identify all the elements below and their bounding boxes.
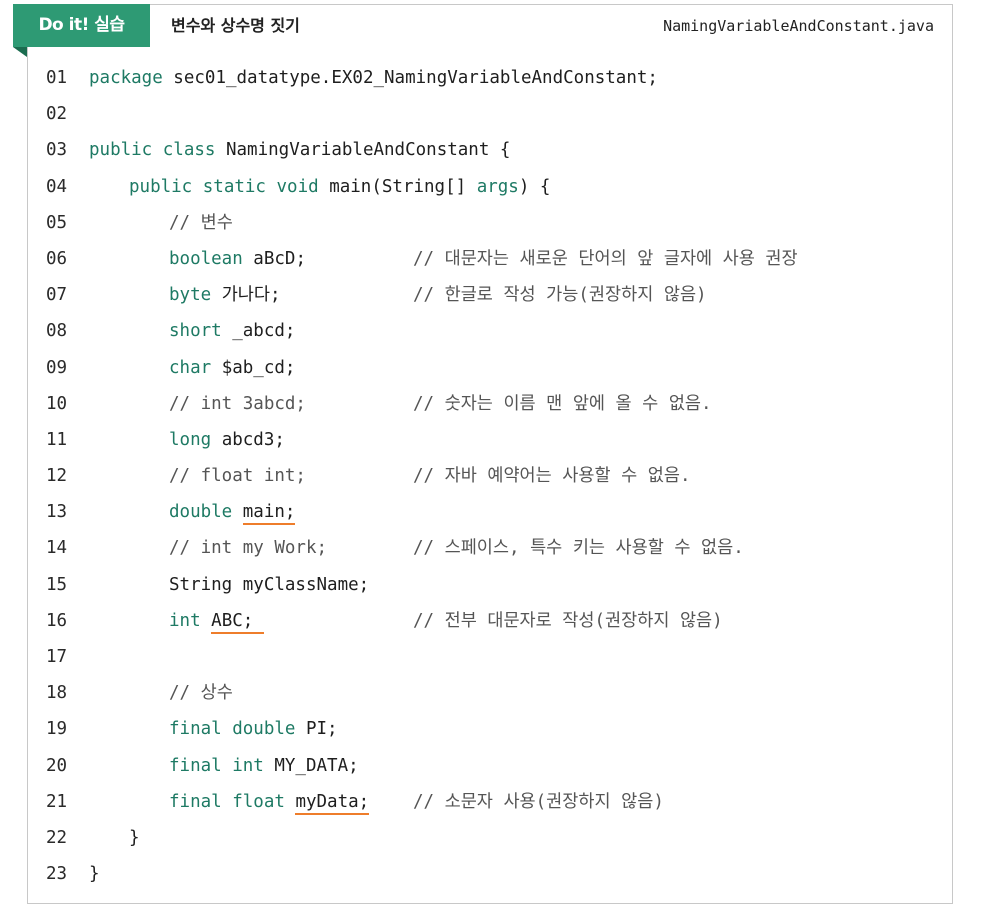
- inline-comment: // 숫자는 이름 맨 앞에 올 수 없음.: [413, 393, 712, 414]
- listing-title: 변수와 상수명 짓기: [171, 16, 300, 35]
- code-line: 03 public class NamingVariableAndConstant…: [46, 132, 946, 168]
- line-number: 13: [46, 502, 68, 523]
- code-token: ) {: [518, 176, 551, 197]
- code-line: 11 long abcd3;: [46, 422, 946, 458]
- code-line: 17: [46, 639, 946, 675]
- badge-fold-decoration: [13, 47, 27, 57]
- code-token: main(String[]: [318, 176, 477, 197]
- code-line: 04 public static void main(String[] args)…: [46, 169, 946, 205]
- code-keyword: long: [169, 429, 212, 450]
- code-line: 15 String myClassName;: [46, 567, 946, 603]
- line-number: 02: [46, 104, 68, 125]
- code-token: myData;: [295, 791, 370, 815]
- code-line: 20 final int MY_DATA;: [46, 748, 946, 784]
- code-token: }: [129, 827, 140, 848]
- code-line: 13 double main;: [46, 494, 946, 530]
- code-line: 09 char $ab_cd;: [46, 350, 946, 386]
- code-line: 23}: [46, 856, 946, 892]
- listing-filename: NamingVariableAndConstant.java: [663, 17, 934, 35]
- line-number: 20: [46, 755, 68, 776]
- code-token: main;: [242, 502, 296, 526]
- line-number: 10: [46, 393, 68, 414]
- code-token: 가나다;: [211, 285, 281, 306]
- line-number: 11: [46, 429, 68, 450]
- code-keyword: final float: [169, 791, 285, 812]
- code-token: sec01_datatype.EX02_NamingVariableAndCon…: [162, 68, 658, 88]
- line-number: 07: [46, 285, 68, 306]
- code-line: 01 package sec01_datatype.EX02_NamingVari…: [46, 60, 946, 96]
- inline-comment: // 대문자는 새로운 단어의 앞 글자에 사용 권장: [413, 248, 798, 269]
- code-comment: // int 3abcd;: [169, 393, 306, 414]
- code-keyword: int: [169, 610, 201, 631]
- code-line: 18 // 상수: [46, 675, 946, 711]
- code-line: 21 final float myData; // 소문자 사용(권장하지 않음): [46, 784, 946, 820]
- line-number: 14: [46, 538, 68, 559]
- code-token: }: [89, 864, 100, 885]
- line-number: 08: [46, 321, 68, 342]
- line-number: 03: [46, 140, 68, 161]
- code-token: NamingVariableAndConstant {: [215, 140, 511, 161]
- code-line: 19 final double PI;: [46, 711, 946, 747]
- code-token: aBcD;: [242, 248, 306, 269]
- line-number: 18: [46, 683, 68, 704]
- line-number: 01: [46, 68, 68, 88]
- line-number: 15: [46, 574, 68, 595]
- code-line: 10 // int 3abcd; // 숫자는 이름 맨 앞에 올 수 없음.: [46, 386, 946, 422]
- code-line: 06 boolean aBcD; // 대문자는 새로운 단어의 앞 글자에 사용 …: [46, 241, 946, 277]
- code-line: 14 // int my Work; // 스페이스, 특수 키는 사용할 수 없음…: [46, 530, 946, 566]
- inline-comment: // 스페이스, 특수 키는 사용할 수 없음.: [413, 538, 744, 559]
- code-line: 02: [46, 96, 946, 132]
- code-token: ABC;: [211, 610, 264, 634]
- code-line: 22}: [46, 820, 946, 856]
- code-listing: 01 package sec01_datatype.EX02_NamingVari…: [46, 60, 946, 892]
- line-number: 22: [46, 827, 68, 848]
- line-number: 12: [46, 466, 68, 487]
- code-keyword: final int: [169, 755, 264, 776]
- code-token: String myClassName;: [169, 574, 370, 595]
- code-line: 05 // 변수: [46, 205, 946, 241]
- code-keyword: boolean: [169, 248, 243, 269]
- code-token: $ab_cd;: [211, 357, 296, 378]
- code-line: 12 // float int; // 자바 예약어는 사용할 수 없음.: [46, 458, 946, 494]
- code-comment: // 상수: [169, 683, 233, 704]
- code-token: PI;: [295, 719, 338, 740]
- line-number: 06: [46, 248, 68, 269]
- code-token: abcd3;: [211, 429, 285, 450]
- line-number: 23: [46, 864, 68, 885]
- code-keyword: short: [169, 321, 222, 342]
- inline-comment: // 소문자 사용(권장하지 않음): [413, 791, 664, 812]
- code-comment: // 변수: [169, 212, 233, 233]
- code-token: MY_DATA;: [263, 755, 359, 776]
- code-keyword: char: [169, 357, 212, 378]
- inline-comment: // 한글로 작성 가능(권장하지 않음): [413, 285, 707, 306]
- code-line: 16 int ABC; // 전부 대문자로 작성(권장하지 않음): [46, 603, 946, 639]
- do-it-badge: Do it! 실습: [13, 4, 150, 47]
- inline-comment: // 전부 대문자로 작성(권장하지 않음): [413, 610, 723, 631]
- code-keyword: public static void: [129, 176, 319, 197]
- code-keyword: public class: [89, 140, 216, 161]
- listing-header: Do it! 실습 변수와 상수명 짓기 NamingVariableAndCo…: [13, 4, 953, 57]
- code-keyword: args: [476, 176, 519, 197]
- code-line: 07 byte 가나다; // 한글로 작성 가능(권장하지 않음): [46, 277, 946, 313]
- line-number: 16: [46, 610, 68, 631]
- code-keyword: double: [169, 502, 233, 523]
- code-line: 08 short _abcd;: [46, 313, 946, 349]
- line-number: 19: [46, 719, 68, 740]
- line-number: 05: [46, 212, 68, 233]
- code-token: _abcd;: [221, 321, 296, 342]
- code-keyword: package: [89, 68, 163, 88]
- line-number: 17: [46, 647, 68, 667]
- line-number: 21: [46, 791, 68, 812]
- line-number: 04: [46, 176, 68, 197]
- code-keyword: byte: [169, 285, 212, 306]
- code-keyword: final double: [169, 719, 296, 740]
- code-comment: // int my Work;: [169, 538, 328, 559]
- inline-comment: // 자바 예약어는 사용할 수 없음.: [413, 466, 691, 487]
- code-comment: // float int;: [169, 466, 306, 487]
- line-number: 09: [46, 357, 68, 378]
